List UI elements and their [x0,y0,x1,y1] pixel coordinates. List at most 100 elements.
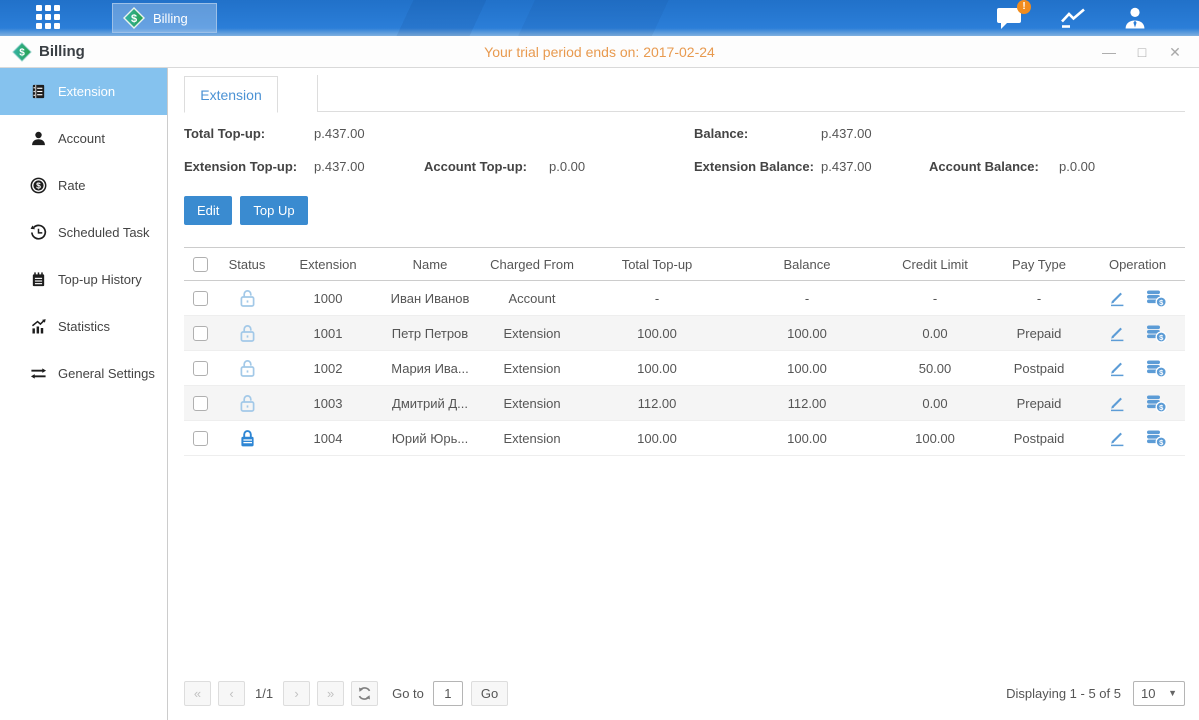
extension-balance-label: Extension Balance: [694,159,821,174]
history-clock-icon [30,224,47,241]
window-title: $ Billing [12,42,85,62]
first-page-button[interactable]: « [184,681,211,706]
sidebar: Extension Account $ Rate Scheduled Task [0,68,168,720]
top-up-button[interactable]: Top Up [240,196,307,225]
minimize-icon[interactable]: — [1101,45,1117,59]
cell-pay-type: Prepaid [988,386,1090,421]
unlocked-status-icon [239,289,256,308]
edit-row-icon[interactable] [1108,324,1126,342]
cell-charged-from: Extension [482,421,582,456]
tab-extension[interactable]: Extension [184,76,278,113]
reports-chart-icon[interactable] [1060,6,1086,30]
sidebar-item-topup-history[interactable]: Top-up History [0,256,167,303]
sidebar-item-scheduled-task[interactable]: Scheduled Task [0,209,167,256]
cell-name: Иван Иванов [378,281,482,316]
top-up-row-icon[interactable]: $ [1146,359,1167,378]
table-header-row: Status Extension Name Charged From Total… [184,248,1185,281]
edit-button[interactable]: Edit [184,196,232,225]
balance-value: p.437.00 [821,126,929,141]
cell-balance: 100.00 [732,351,882,386]
taskbar-tab-billing[interactable]: $ Billing [112,3,217,33]
taskbar-tab-label: Billing [153,11,188,26]
sidebar-item-label: Extension [58,84,115,99]
next-page-button[interactable]: › [283,681,310,706]
extension-balance-value: p.437.00 [821,159,929,174]
page-size-select[interactable]: 10 ▼ [1133,681,1185,706]
row-checkbox[interactable] [193,431,208,446]
top-up-row-icon[interactable]: $ [1146,324,1167,343]
cell-total-topup: 100.00 [582,316,732,351]
col-header-name: Name [378,248,482,281]
cell-pay-type: Postpaid [988,351,1090,386]
apps-grid-icon[interactable] [36,5,62,31]
sidebar-item-statistics[interactable]: Statistics [0,303,167,350]
col-header-pay-type: Pay Type [988,248,1090,281]
close-icon[interactable]: ✕ [1167,45,1183,59]
dollar-coin-icon: $ [30,177,47,194]
billing-summary: Total Top-up: p.437.00 Balance: p.437.00… [184,126,1185,174]
col-header-extension: Extension [278,248,378,281]
cell-pay-type: Postpaid [988,421,1090,456]
edit-row-icon[interactable] [1108,289,1126,307]
table-row: 1003Дмитрий Д...Extension112.00112.000.0… [184,386,1185,421]
last-page-button[interactable]: » [317,681,344,706]
sidebar-item-account[interactable]: Account [0,115,167,162]
cell-charged-from: Extension [482,386,582,421]
top-bar: $ Billing ! [0,0,1199,36]
select-all-checkbox[interactable] [193,257,208,272]
chevron-down-icon: ▼ [1168,688,1177,698]
maximize-icon[interactable]: □ [1134,45,1150,59]
row-checkbox[interactable] [193,291,208,306]
goto-page-input[interactable] [433,681,463,706]
total-topup-value: p.437.00 [314,126,424,141]
sidebar-item-label: Account [58,131,105,146]
col-header-total-topup: Total Top-up [582,248,732,281]
svg-text:$: $ [36,181,41,191]
sidebar-item-rate[interactable]: $ Rate [0,162,167,209]
edit-row-icon[interactable] [1108,429,1126,447]
cell-pay-type: Prepaid [988,316,1090,351]
cell-extension: 1001 [278,316,378,351]
unlocked-status-icon [239,394,256,413]
col-header-charged-from: Charged From [482,248,582,281]
goto-label: Go to [392,686,424,701]
stats-chart-icon [30,318,47,335]
table-row: 1000Иван ИвановAccount----$ [184,281,1185,316]
cell-name: Мария Ива... [378,351,482,386]
top-up-row-icon[interactable]: $ [1146,289,1167,308]
svg-text:$: $ [19,47,25,58]
sidebar-item-extension[interactable]: Extension [0,68,167,115]
table-row: 1004Юрий Юрь...Extension100.00100.00100.… [184,421,1185,456]
trial-notice: Your trial period ends on: 2017-02-24 [0,44,1199,60]
edit-row-icon[interactable] [1108,359,1126,377]
account-topup-value: p.0.00 [549,159,694,174]
table-row: 1001Петр ПетровExtension100.00100.000.00… [184,316,1185,351]
prev-page-button[interactable]: ‹ [218,681,245,706]
cell-total-topup: 100.00 [582,421,732,456]
sidebar-item-general-settings[interactable]: General Settings [0,350,167,397]
user-account-icon[interactable] [1123,6,1147,30]
go-button[interactable]: Go [471,681,508,706]
svg-text:$: $ [131,13,137,25]
window-title-bar: $ Billing Your trial period ends on: 201… [0,36,1199,68]
extensions-table: Status Extension Name Charged From Total… [184,247,1185,456]
notifications-icon[interactable]: ! [996,6,1023,30]
cell-credit-limit: 50.00 [882,351,988,386]
page-size-value: 10 [1141,686,1155,701]
page-indicator: 1/1 [255,686,273,701]
row-checkbox[interactable] [193,326,208,341]
row-checkbox[interactable] [193,396,208,411]
cell-extension: 1004 [278,421,378,456]
cell-total-topup: - [582,281,732,316]
sidebar-item-label: Scheduled Task [58,225,150,240]
tab-bar: Extension [184,68,1185,112]
sidebar-item-label: General Settings [58,366,155,381]
action-buttons: Edit Top Up [184,196,1185,225]
top-up-row-icon[interactable]: $ [1146,429,1167,448]
sidebar-item-label: Statistics [58,319,110,334]
top-up-row-icon[interactable]: $ [1146,394,1167,413]
refresh-button[interactable] [351,681,378,706]
account-topup-label: Account Top-up: [424,159,549,174]
row-checkbox[interactable] [193,361,208,376]
edit-row-icon[interactable] [1108,394,1126,412]
